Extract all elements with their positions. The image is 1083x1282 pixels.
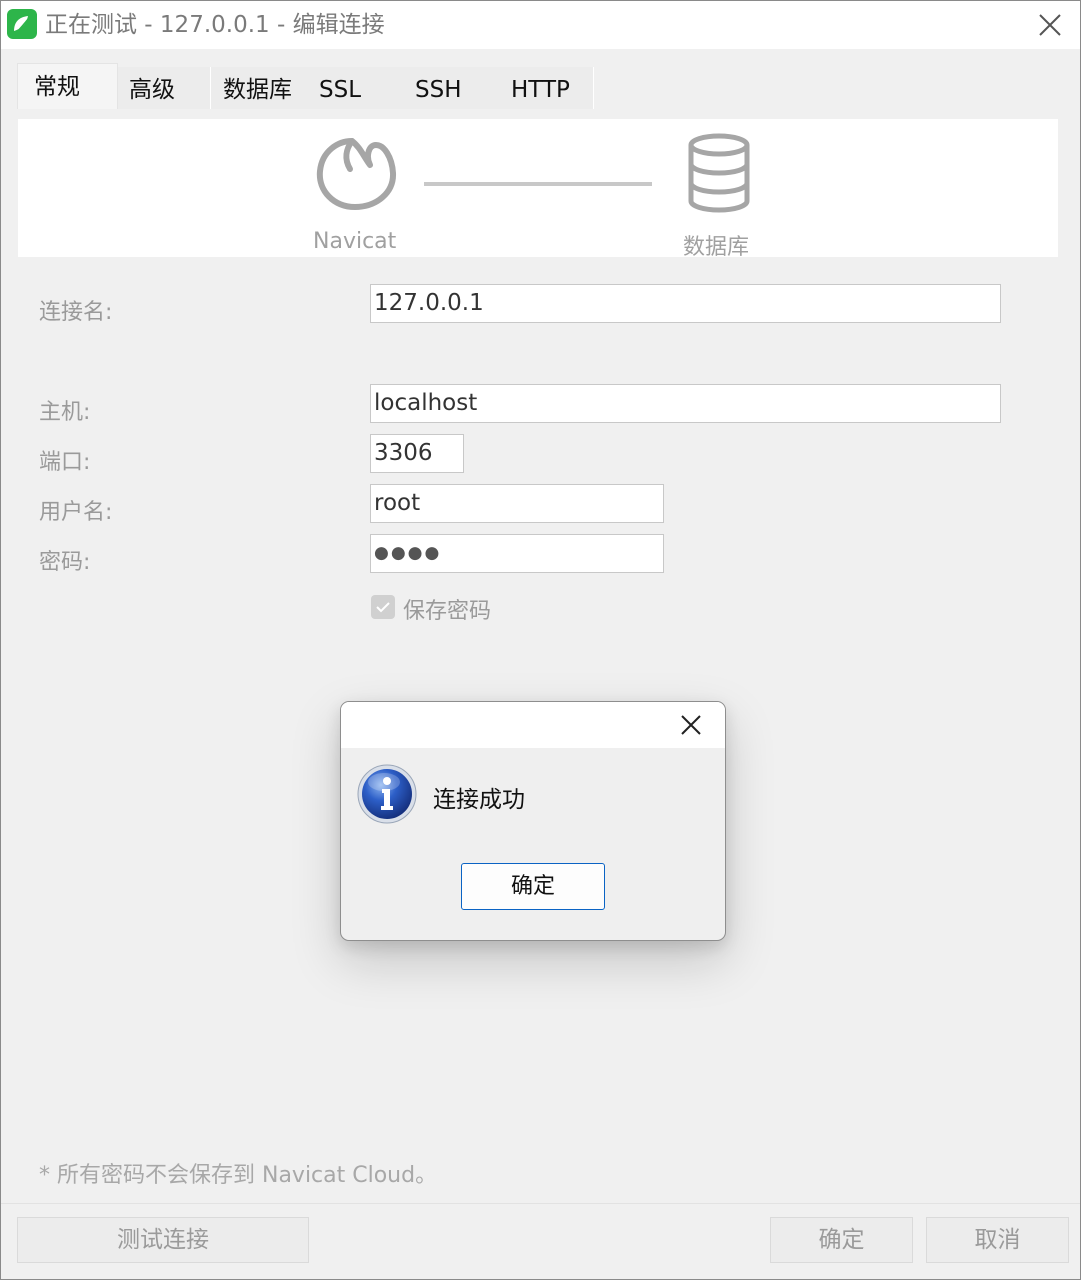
username-input[interactable]: root [370, 484, 664, 523]
dialog-ok-button[interactable]: 确定 [461, 863, 605, 910]
tab-general[interactable]: 常规 [17, 63, 118, 109]
navicat-leaf-icon [7, 9, 37, 39]
connection-banner: Navicat 数据库 [18, 119, 1058, 260]
port-label: 端口: [39, 450, 91, 475]
port-input[interactable]: 3306 [370, 434, 464, 473]
title-bar: 正在测试 - 127.0.0.1 - 编辑连接 [1, 1, 1080, 49]
database-icon [686, 133, 752, 213]
window-title: 正在测试 - 127.0.0.1 - 编辑连接 [45, 12, 385, 38]
connection-name-input[interactable]: 127.0.0.1 [370, 284, 1001, 323]
tab-ssl[interactable]: SSL [307, 67, 404, 109]
connection-name-label: 连接名: [39, 300, 113, 325]
ok-button[interactable]: 确定 [770, 1217, 913, 1263]
tab-databases[interactable]: 数据库 [211, 67, 308, 109]
edit-connection-window: 正在测试 - 127.0.0.1 - 编辑连接 常规 高级 数据库 SSL SS… [0, 0, 1081, 1280]
dialog-message: 连接成功 [433, 787, 525, 813]
tab-bar: 常规 高级 数据库 SSL SSH HTTP [17, 63, 1067, 109]
password-input[interactable]: ●●●● [370, 534, 664, 573]
tab-advanced[interactable]: 高级 [117, 67, 211, 109]
host-input[interactable]: localhost [370, 384, 1001, 423]
cancel-button[interactable]: 取消 [926, 1217, 1069, 1263]
info-icon [357, 764, 417, 824]
tab-ssh[interactable]: SSH [403, 67, 500, 109]
tab-http[interactable]: HTTP [499, 67, 594, 109]
save-password-checkbox[interactable] [371, 595, 395, 619]
username-label: 用户名: [39, 500, 113, 525]
dialog-title-bar [341, 702, 725, 748]
success-dialog: 连接成功 确定 [340, 701, 726, 941]
footer-divider [1, 1203, 1080, 1204]
close-icon[interactable] [678, 712, 704, 738]
database-label: 数据库 [683, 235, 750, 260]
password-label: 密码: [39, 550, 91, 575]
save-password-label: 保存密码 [403, 599, 492, 624]
navicat-label: Navicat [313, 229, 397, 254]
host-label: 主机: [39, 400, 91, 425]
connection-line [424, 182, 652, 186]
navicat-icon [312, 131, 398, 213]
test-connection-button[interactable]: 测试连接 [17, 1217, 309, 1263]
footnote: * 所有密码不会保存到 Navicat Cloud。 [39, 1163, 438, 1188]
close-icon[interactable] [1034, 9, 1066, 41]
